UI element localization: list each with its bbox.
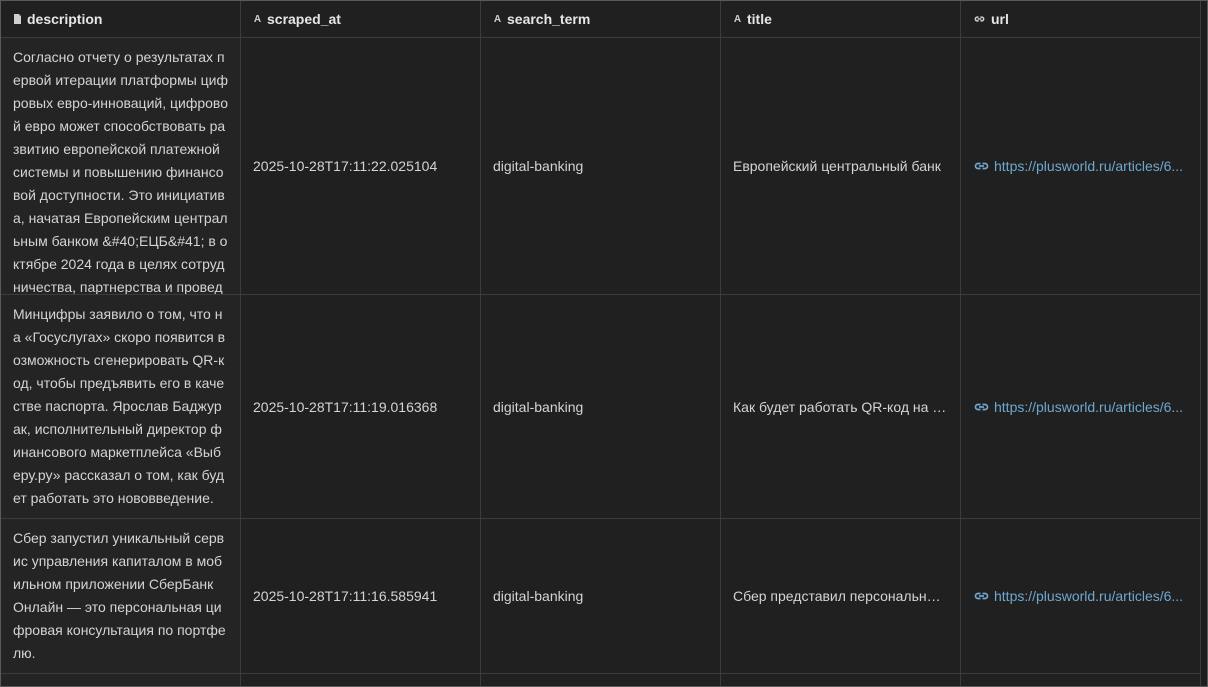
table-row[interactable]: Сбер запустил уникальный сервис управлен… xyxy=(1,519,1201,674)
column-header-url[interactable]: url xyxy=(961,1,1201,37)
link-icon xyxy=(974,162,989,170)
document-icon xyxy=(14,14,21,24)
description-text: Минцифры заявило о том, что на «Госуслуг… xyxy=(13,306,226,506)
url-cell[interactable]: https://plusworld.ru/articles/6... xyxy=(961,519,1201,673)
column-header-description[interactable]: description xyxy=(1,1,241,37)
scraped-at-text: 2025-10-28T17:11:19.016368 xyxy=(253,398,438,415)
title-text: Сбер представил персональный сервис xyxy=(733,588,948,604)
title-cell[interactable]: Европейский центральный банк xyxy=(721,38,961,294)
text-type-icon: A xyxy=(493,13,502,25)
column-header-search-term[interactable]: A search_term xyxy=(481,1,721,37)
url-cell[interactable]: https://plusworld.ru/articles/6... xyxy=(961,38,1201,294)
search-term-cell[interactable]: digital-banking xyxy=(481,519,721,673)
column-header-title[interactable]: A title xyxy=(721,1,961,37)
scraped-at-text: 2025-10-28T17:11:22.025104 xyxy=(253,158,438,174)
url-cell[interactable]: https://plusworld.ru/articles/6... xyxy=(961,295,1201,518)
link-icon xyxy=(974,592,989,600)
url-text: https://plusworld.ru/articles/6... xyxy=(994,398,1184,415)
column-header-label: scraped_at xyxy=(267,11,341,27)
scraped-at-cell[interactable]: 2025-10-28T17:11:19.016368 xyxy=(241,295,481,518)
url-link[interactable]: https://plusworld.ru/articles/6... xyxy=(973,158,1188,174)
column-header-label: url xyxy=(991,11,1009,27)
table-row[interactable]: Минцифры заявило о том, что на «Госуслуг… xyxy=(1,295,1201,519)
search-term-text: digital-banking xyxy=(493,398,584,415)
search-term-cell[interactable] xyxy=(481,674,721,686)
search-term-text: digital-banking xyxy=(493,158,584,174)
text-type-icon: A xyxy=(733,13,742,25)
column-header-label: search_term xyxy=(507,11,591,27)
scraped-at-cell[interactable] xyxy=(241,674,481,686)
table-header: description A scraped_at A search_term A… xyxy=(1,1,1201,38)
url-link[interactable]: https://plusworld.ru/articles/6... xyxy=(973,588,1188,604)
search-term-cell[interactable]: digital-banking xyxy=(481,295,721,518)
link-icon xyxy=(974,16,985,22)
title-cell[interactable]: Как будет работать QR-код на «Госуслугах… xyxy=(721,295,961,518)
table-row[interactable] xyxy=(1,674,1201,686)
title-text: Европейский центральный банк xyxy=(733,158,941,174)
description-cell[interactable]: Сбер запустил уникальный сервис управлен… xyxy=(1,519,241,673)
table-row[interactable]: Согласно отчету о результатах первой ите… xyxy=(1,38,1201,295)
data-table-frame: description A scraped_at A search_term A… xyxy=(0,0,1208,687)
description-text: Сбер запустил уникальный сервис управлен… xyxy=(13,530,226,661)
column-header-label: description xyxy=(27,11,103,27)
scraped-at-text: 2025-10-28T17:11:16.585941 xyxy=(253,588,438,604)
description-cell[interactable] xyxy=(1,674,241,686)
title-text: Как будет работать QR-код на «Госуслугах… xyxy=(733,398,948,415)
search-term-cell[interactable]: digital-banking xyxy=(481,38,721,294)
description-text: Согласно отчету о результатах первой ите… xyxy=(13,49,228,294)
description-cell[interactable]: Минцифры заявило о том, что на «Госуслуг… xyxy=(1,295,241,518)
data-grid: description A scraped_at A search_term A… xyxy=(1,1,1201,686)
url-link[interactable]: https://plusworld.ru/articles/6... xyxy=(973,399,1188,415)
column-header-label: title xyxy=(747,11,772,27)
text-type-icon: A xyxy=(253,13,262,25)
search-term-text: digital-banking xyxy=(493,588,584,604)
column-header-scraped-at[interactable]: A scraped_at xyxy=(241,1,481,37)
table-right-edge xyxy=(1201,1,1207,686)
url-cell[interactable] xyxy=(961,674,1201,686)
title-cell[interactable]: Сбер представил персональный сервис xyxy=(721,519,961,673)
url-text: https://plusworld.ru/articles/6... xyxy=(994,158,1184,174)
scraped-at-cell[interactable]: 2025-10-28T17:11:16.585941 xyxy=(241,519,481,673)
title-cell[interactable] xyxy=(721,674,961,686)
description-cell[interactable]: Согласно отчету о результатах первой ите… xyxy=(1,38,241,294)
scraped-at-cell[interactable]: 2025-10-28T17:11:22.025104 xyxy=(241,38,481,294)
url-text: https://plusworld.ru/articles/6... xyxy=(994,588,1184,604)
link-icon xyxy=(974,403,989,410)
